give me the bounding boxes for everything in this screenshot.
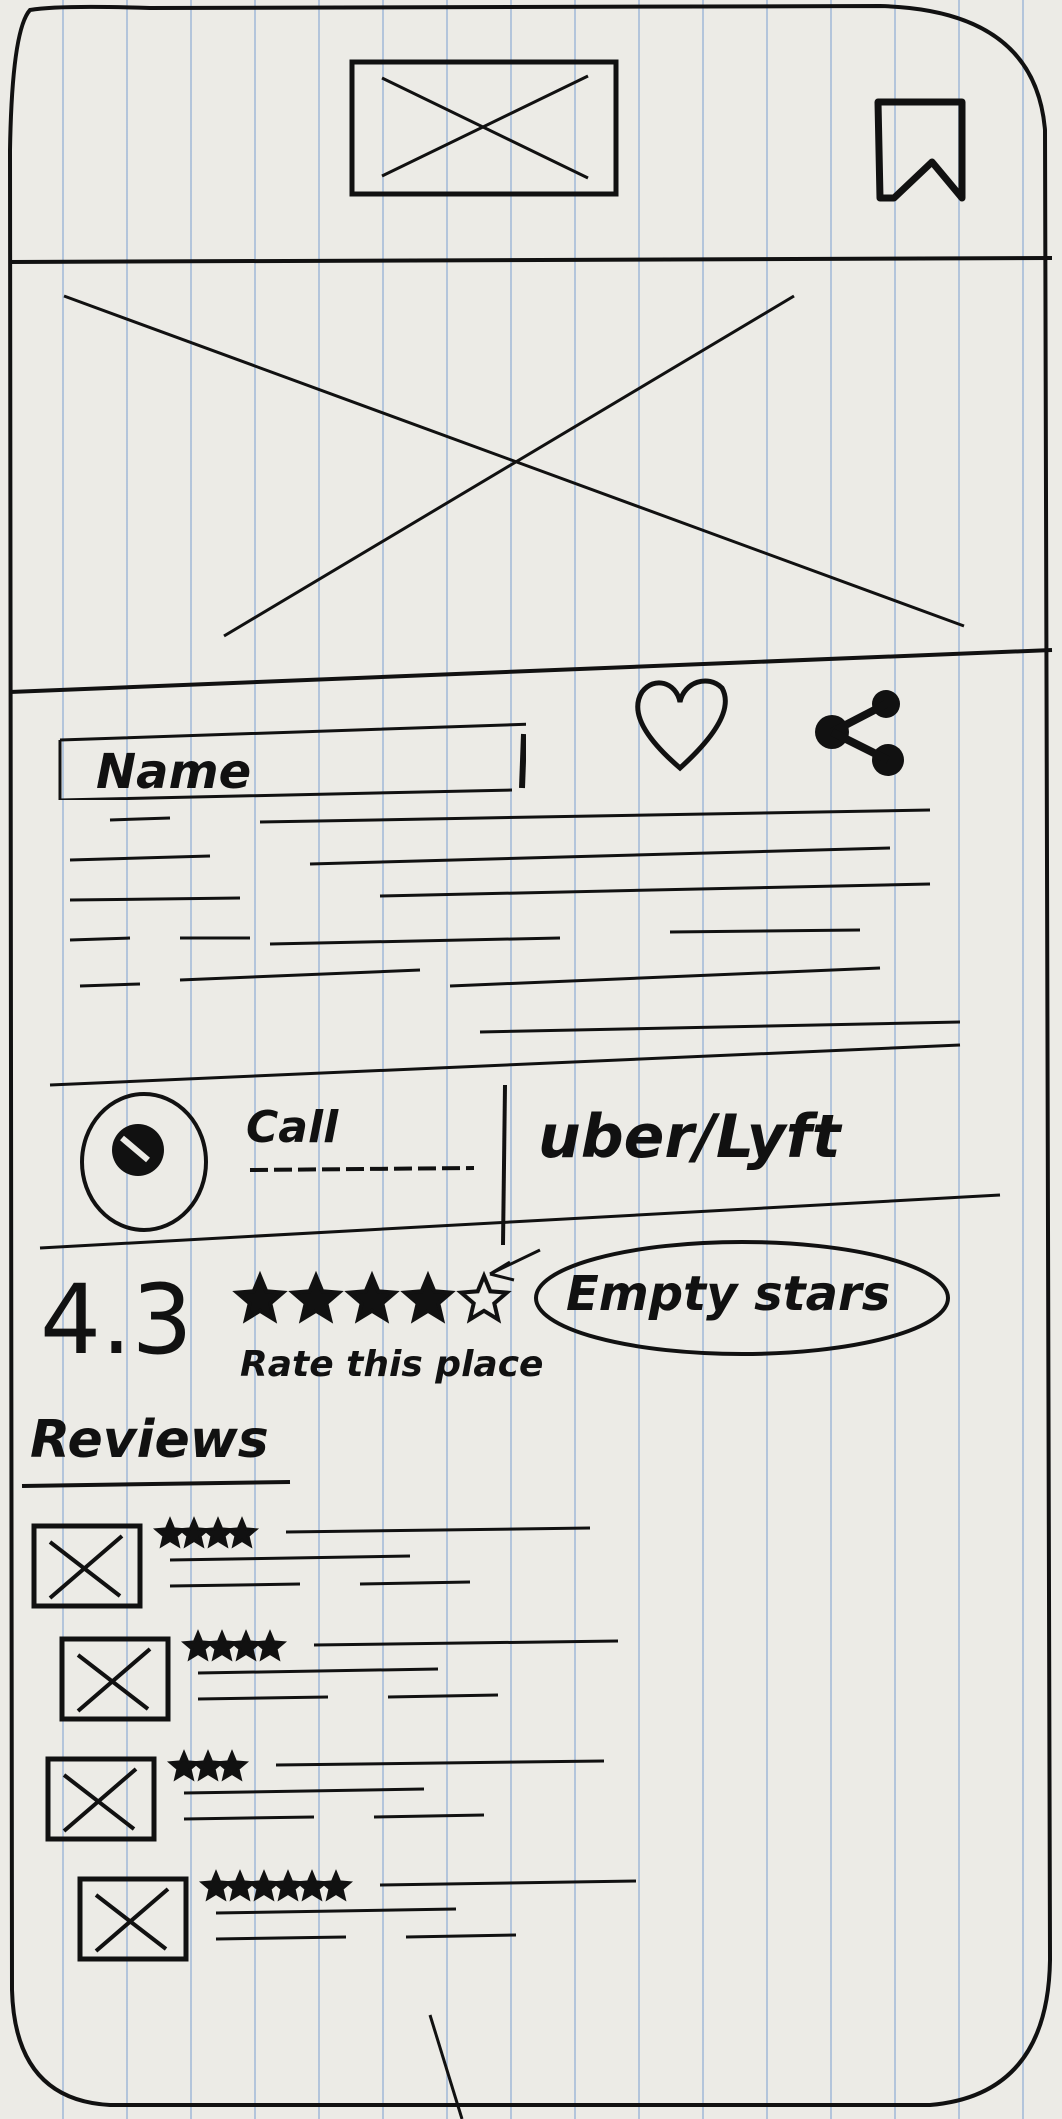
- ride-share-button[interactable]: uber/Lyft: [530, 1090, 930, 1200]
- reviews-title: Reviews: [30, 1410, 269, 1470]
- star-filled-icon: [252, 1629, 288, 1662]
- star-filled-icon: [166, 1749, 202, 1782]
- heart-icon: [635, 678, 728, 772]
- review-text-placeholder: [359, 1580, 471, 1586]
- image-placeholder-icon: [349, 59, 619, 197]
- review-item: [76, 1865, 696, 1975]
- call-button[interactable]: Call: [76, 1088, 496, 1238]
- image-placeholder-icon: [45, 1756, 157, 1842]
- review-text-placeholder: [379, 1879, 637, 1887]
- review-text-placeholder: [373, 1813, 485, 1819]
- review-text-placeholder: [183, 1787, 425, 1795]
- review-text-placeholder: [313, 1639, 619, 1647]
- star-filled-icon: [228, 1629, 264, 1662]
- call-number-placeholder: [249, 1166, 475, 1172]
- star-filled-icon: [222, 1869, 258, 1902]
- image-placeholder-icon: [31, 1523, 143, 1609]
- star-filled-icon: [224, 1516, 260, 1549]
- empty-stars-annotation: Empty stars: [530, 1236, 954, 1360]
- call-label: Call: [246, 1102, 339, 1153]
- star-filled-icon: [198, 1869, 234, 1902]
- star-filled-icon: [270, 1869, 306, 1902]
- description-text-placeholder: [69, 808, 960, 1034]
- rating-value: 4.3: [40, 1264, 193, 1376]
- hero-image-placeholder: [14, 266, 1050, 676]
- review-text-placeholder: [169, 1554, 411, 1562]
- annotation-text: Empty stars: [566, 1266, 891, 1322]
- star-filled-icon: [214, 1749, 250, 1782]
- reviews-title-underline: [21, 1480, 291, 1488]
- star-filled-icon: [190, 1749, 226, 1782]
- review-text-placeholder: [215, 1935, 347, 1941]
- star-filled-icon: [152, 1516, 188, 1549]
- review-text-placeholder: [197, 1695, 329, 1701]
- place-name: Name: [96, 744, 252, 800]
- review-text-placeholder: [169, 1582, 301, 1588]
- place-name-box: Name: [56, 710, 526, 800]
- image-placeholder-icon: [77, 1876, 189, 1962]
- image-placeholder-icon: [63, 294, 965, 638]
- review-graphic: [77, 1869, 637, 1962]
- star-filled-icon[interactable]: [400, 1270, 456, 1324]
- review-item: [58, 1625, 678, 1735]
- review-graphic: [31, 1516, 591, 1609]
- star-filled-icon: [200, 1516, 236, 1549]
- star-filled-icon: [176, 1516, 212, 1549]
- ride-share-label: uber/Lyft: [538, 1102, 841, 1172]
- review-text-placeholder: [197, 1667, 439, 1675]
- review-graphic: [45, 1749, 605, 1842]
- review-text-placeholder: [387, 1693, 499, 1699]
- favorite-button[interactable]: [628, 672, 732, 776]
- star-filled-icon: [204, 1629, 240, 1662]
- review-text-placeholder: [285, 1526, 591, 1534]
- review-item: [44, 1745, 664, 1855]
- bookmark-icon: [874, 98, 966, 202]
- star-filled-icon: [180, 1629, 216, 1662]
- star-filled-icon: [246, 1869, 282, 1902]
- review-graphic: [59, 1629, 619, 1722]
- review-text-placeholder: [215, 1907, 457, 1915]
- review-text-placeholder: [183, 1815, 315, 1821]
- star-filled-icon: [318, 1869, 354, 1902]
- star-filled-icon: [294, 1869, 330, 1902]
- star-filled-icon[interactable]: [288, 1270, 344, 1324]
- review-text-placeholder: [275, 1759, 605, 1767]
- star-filled-icon[interactable]: [232, 1270, 288, 1324]
- rate-this-place-link[interactable]: Rate this place: [240, 1344, 543, 1385]
- image-placeholder-icon: [59, 1636, 171, 1722]
- share-button[interactable]: [808, 688, 918, 778]
- phone-icon: [80, 1092, 208, 1232]
- bookmark-button[interactable]: [872, 96, 972, 206]
- share-icon: [815, 690, 904, 776]
- header-logo-placeholder: [348, 58, 620, 198]
- review-item: [30, 1512, 650, 1622]
- review-text-placeholder: [405, 1933, 517, 1939]
- star-filled-icon[interactable]: [344, 1270, 400, 1324]
